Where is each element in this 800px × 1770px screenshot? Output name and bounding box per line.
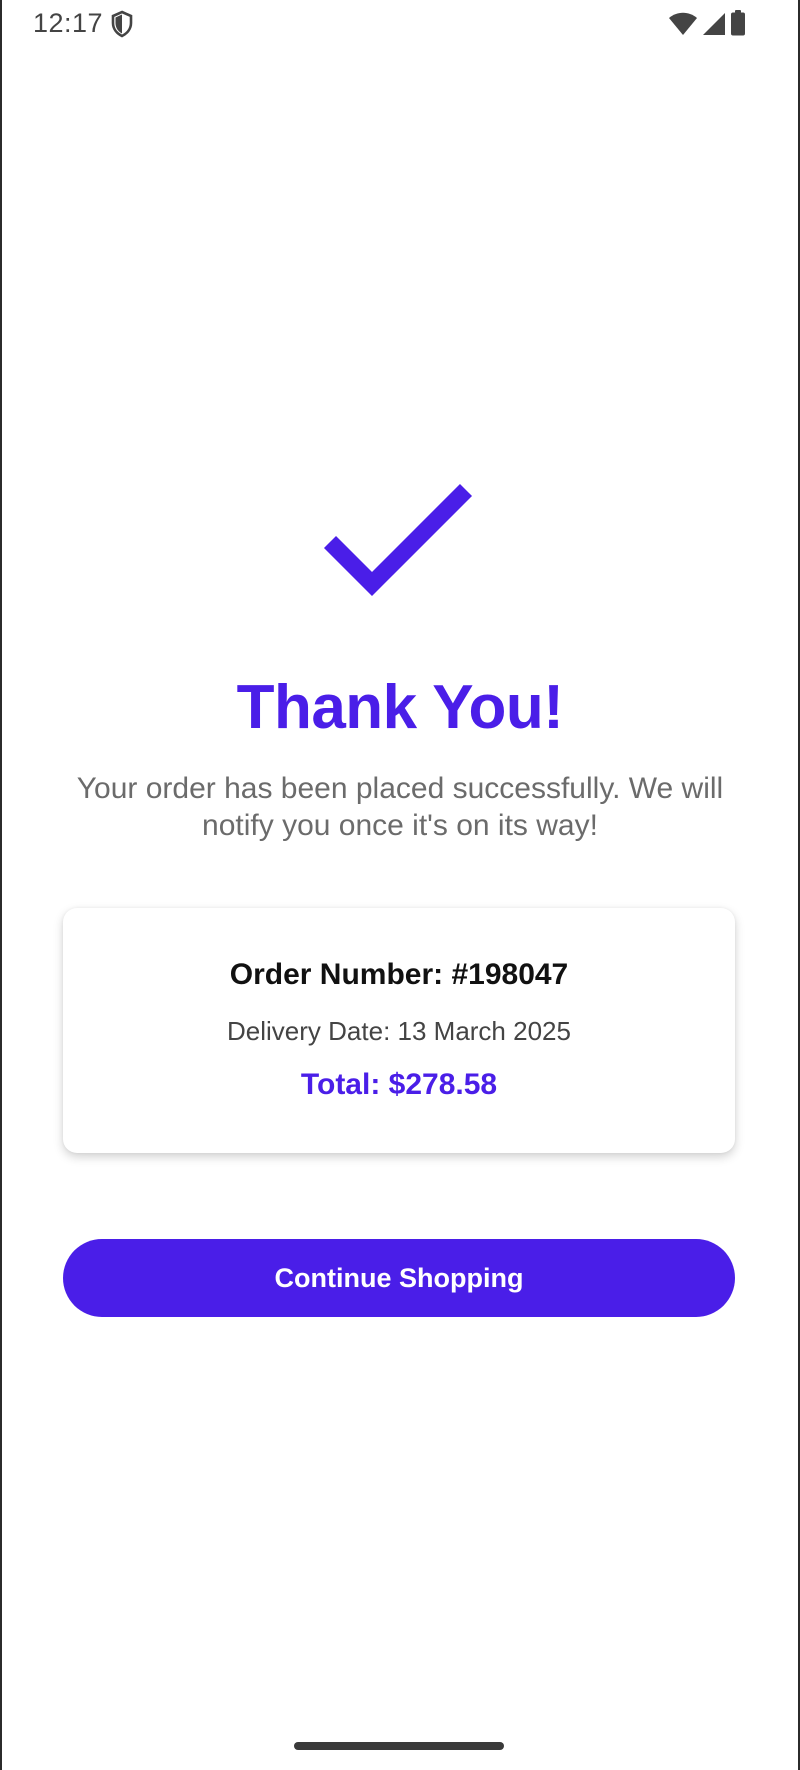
status-icons [668,10,746,36]
battery-icon [731,10,745,36]
home-indicator[interactable] [294,1742,504,1750]
status-time: 12:17 [33,8,104,38]
shield-icon [111,10,133,38]
screen-edge-left [0,0,2,1770]
signal-icon [703,13,725,35]
confirmation-message: Your order has been placed successfully.… [76,772,724,842]
checkmark-icon [323,483,473,597]
order-number: Order Number: #198047 [229,958,569,991]
continue-shopping-button[interactable]: Continue Shopping [63,1239,735,1317]
delivery-date: Delivery Date: 13 March 2025 [227,1016,571,1046]
wifi-icon [669,12,697,35]
order-total: Total: $278.58 [300,1068,498,1101]
order-summary-card: Order Number: #198047 Delivery Date: 13 … [63,908,735,1153]
thank-you-title: Thank You! [236,673,564,742]
status-bar: 12:17 [0,0,800,46]
